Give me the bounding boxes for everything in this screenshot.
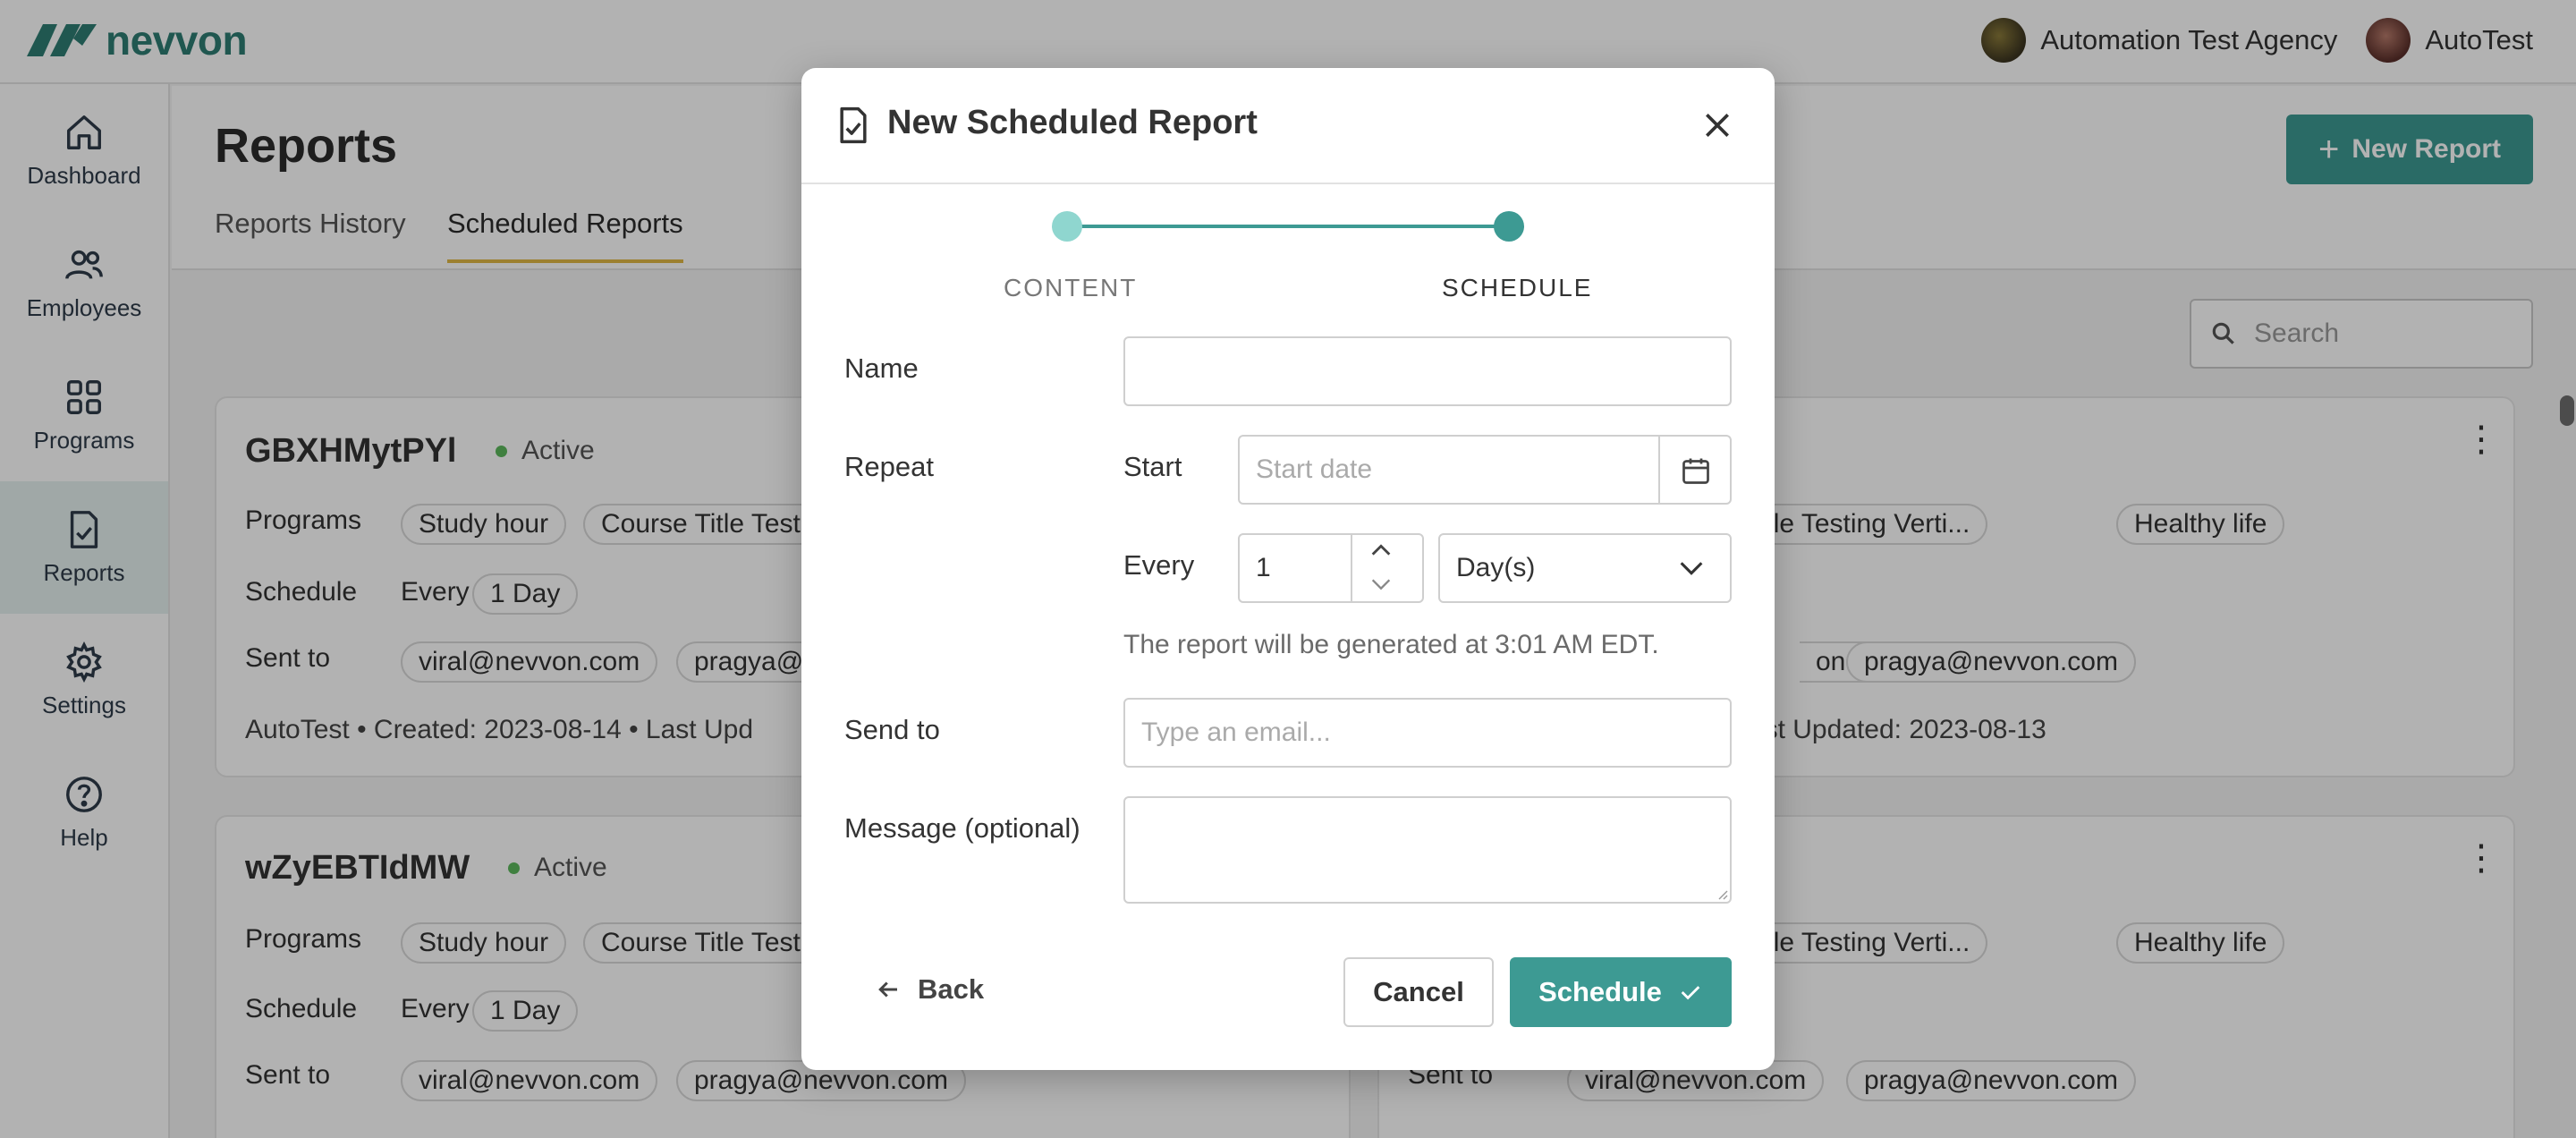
every-label: Every	[1123, 549, 1195, 581]
step-dot-content[interactable]	[1052, 211, 1082, 242]
close-icon[interactable]	[1699, 107, 1735, 143]
send-to-label: Send to	[844, 714, 940, 745]
step-label-schedule[interactable]: SCHEDULE	[1442, 274, 1592, 302]
message-textarea[interactable]	[1123, 796, 1732, 904]
repeat-label: Repeat	[844, 451, 934, 482]
back-label: Back	[918, 973, 985, 1005]
check-icon	[1681, 986, 1700, 1000]
generation-time-hint: The report will be generated at 3:01 AM …	[1123, 630, 1659, 659]
calendar-icon[interactable]	[1680, 454, 1712, 487]
email-input[interactable]: Type an email...	[1123, 698, 1732, 768]
dialog-title: New Scheduled Report	[887, 104, 1258, 141]
new-scheduled-report-dialog: New Scheduled Report CONTENT SCHEDULE Na…	[801, 68, 1775, 1070]
interval-stepper[interactable]: 1	[1238, 533, 1424, 603]
start-label: Start	[1123, 451, 1182, 482]
interval-unit-value: Day(s)	[1456, 553, 1536, 582]
dialog-header: New Scheduled Report	[801, 68, 1775, 184]
chevron-up-icon[interactable]	[1368, 540, 1394, 560]
stepper-line	[1066, 225, 1510, 228]
date-divider	[1658, 437, 1660, 503]
cancel-button[interactable]: Cancel	[1343, 957, 1494, 1027]
message-label: Message (optional)	[844, 812, 1080, 844]
resize-handle-icon[interactable]	[1714, 886, 1728, 900]
name-label: Name	[844, 352, 919, 384]
step-dot-schedule[interactable]	[1494, 211, 1524, 242]
back-button[interactable]: Back	[875, 973, 984, 1006]
schedule-button[interactable]: Schedule	[1510, 957, 1732, 1027]
start-date-placeholder: Start date	[1256, 454, 1373, 484]
chevron-down-icon[interactable]	[1368, 574, 1394, 594]
step-label-content[interactable]: CONTENT	[1004, 274, 1137, 302]
stepper-divider	[1351, 535, 1352, 601]
report-icon	[840, 106, 867, 144]
arrow-left-icon	[878, 981, 897, 998]
interval-value: 1	[1256, 553, 1271, 582]
email-placeholder: Type an email...	[1141, 718, 1331, 747]
name-input[interactable]	[1123, 336, 1732, 406]
chevron-down-icon	[1680, 562, 1703, 575]
schedule-label: Schedule	[1538, 976, 1662, 1007]
